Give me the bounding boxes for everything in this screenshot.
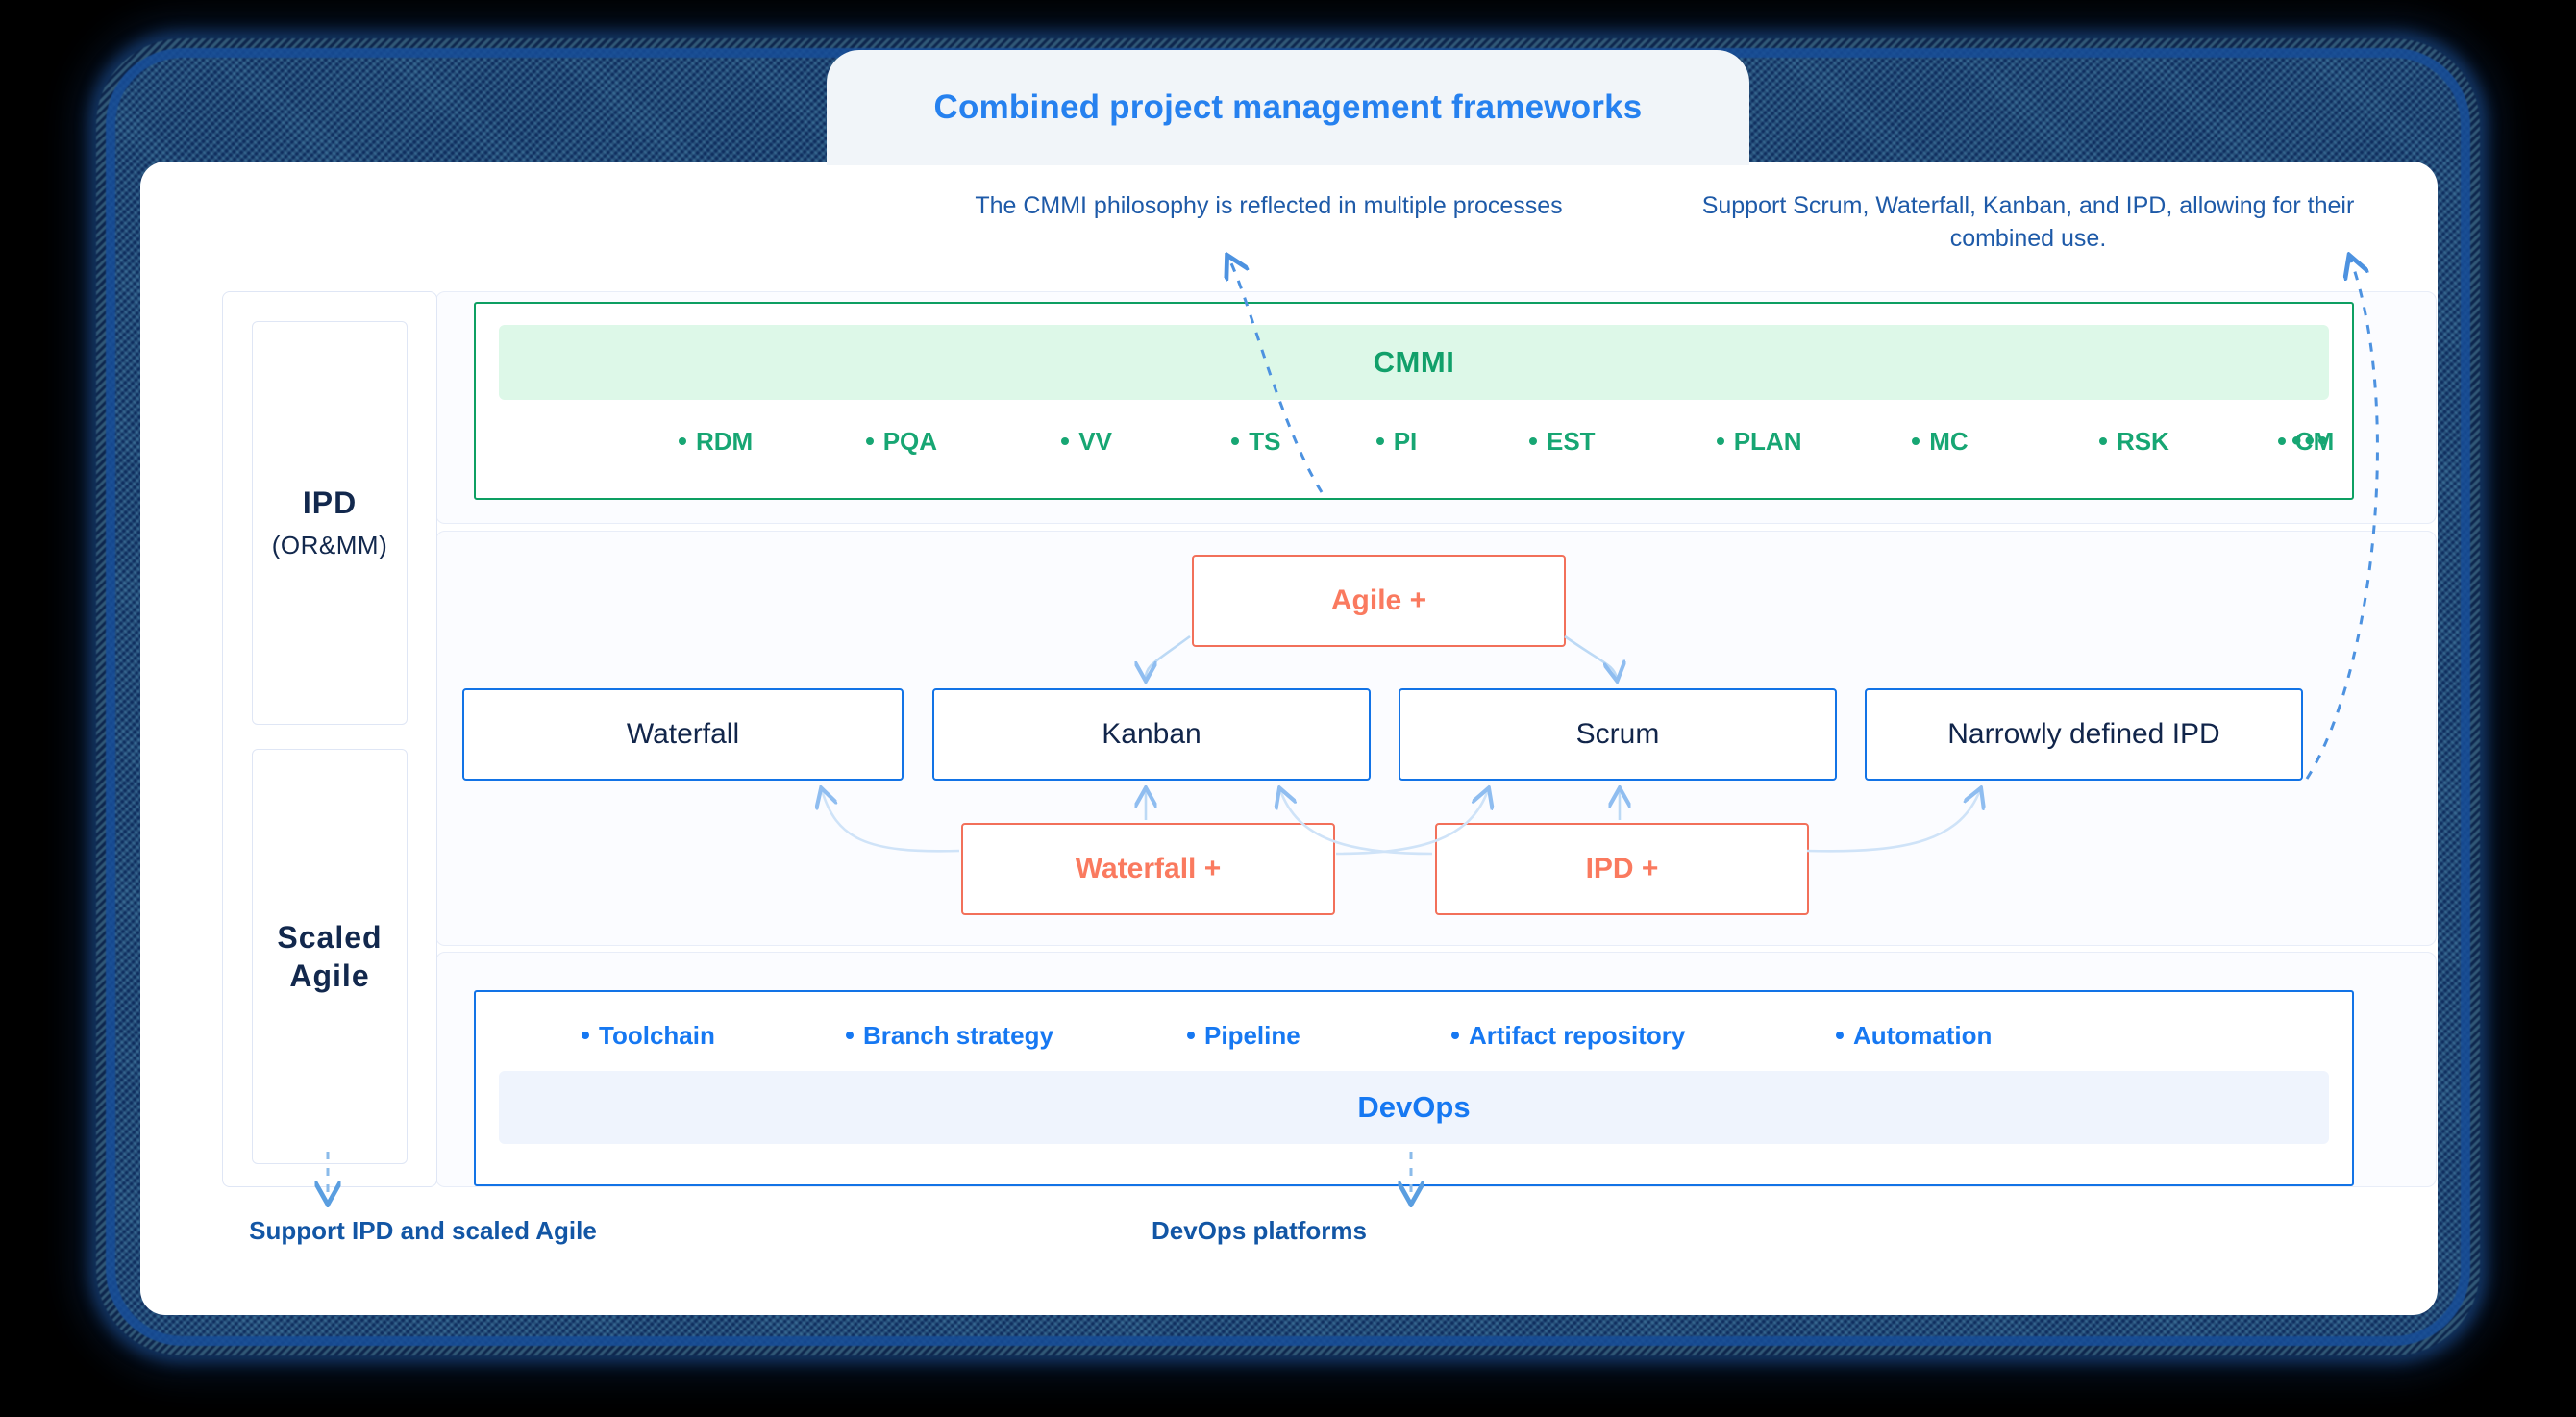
page-title: Combined project management frameworks [933,88,1643,126]
cmmi-item-label: RDM [696,426,754,456]
sidebar-item-scaled-agile-title: Scaled Agile [277,920,383,993]
bullet-icon [582,1032,589,1039]
plus-box-waterfall[interactable]: Waterfall + [961,823,1335,915]
cmmi-item[interactable]: MC [1912,426,1969,457]
sidebar-item-ipd-subtitle: (OR&MM) [271,531,388,559]
diagram-canvas: Combined project management frameworks T… [0,0,2576,1417]
framework-box-waterfall[interactable]: Waterfall [462,688,904,781]
cmmi-item-list: RDM PQA VV TS PI EST PLAN MC RSK CM ••• [508,417,2334,465]
devops-item[interactable]: Pipeline [1187,1021,1300,1051]
cmmi-item[interactable]: VV [1061,427,1112,457]
bullet-icon [2098,437,2107,445]
cmmi-item-label: PLAN [1733,426,1802,456]
sidebar-item-scaled-agile[interactable]: Scaled Agile [252,749,408,1164]
plus-box-ipd[interactable]: IPD + [1435,823,1809,915]
cmmi-label: CMMI [1373,345,1455,379]
framework-box-kanban[interactable]: Kanban [932,688,1371,781]
cmmi-item[interactable]: PLAN [1716,426,1802,457]
sidebar-item-ipd-title: IPD [302,485,358,520]
devops-item[interactable]: Branch strategy [846,1021,1053,1051]
cmmi-item[interactable]: TS [1231,427,1280,457]
bullet-icon [846,1032,854,1039]
cmmi-item-label: VV [1078,426,1112,456]
bullet-icon [1836,1032,1844,1039]
cmmi-item-label: TS [1249,426,1281,456]
bullet-icon [1716,437,1724,445]
framework-box-scrum[interactable]: Scrum [1399,688,1837,781]
cmmi-item-label: MC [1929,426,1969,456]
devops-item[interactable]: Automation [1836,1021,1992,1051]
framework-box-narrowly-defined-ipd-label: Narrowly defined IPD [1947,718,2220,750]
cmmi-item[interactable]: PI [1375,426,1418,457]
devops-block: Toolchain Branch strategy Pipeline Artifact… [474,990,2354,1186]
bullet-icon [1231,437,1240,445]
bullet-icon [1375,437,1384,445]
devops-item-list: Toolchain Branch strategy Pipeline Artifact… [514,1011,2314,1059]
cmmi-item-label: PI [1393,426,1418,456]
cmmi-item-label: PQA [882,426,938,456]
devops-band: DevOps [499,1071,2329,1144]
devops-item-label: Branch strategy [863,1020,1053,1050]
devops-item-label: Pipeline [1204,1020,1300,1050]
cmmi-item-label: EST [1547,426,1596,456]
cmmi-item-label: RSK [2116,426,2169,456]
plus-box-agile-label: Agile + [1330,584,1427,616]
cmmi-more-icon[interactable]: ••• [2291,425,2331,458]
cmmi-block: CMMI RDM PQA VV TS PI EST PLAN MC RSK CM ••• [474,302,2354,500]
framework-box-narrowly-defined-ipd[interactable]: Narrowly defined IPD [1865,688,2303,781]
devops-item[interactable]: Toolchain [582,1021,715,1051]
bullet-icon [1187,1032,1195,1039]
devops-item-label: Artifact repository [1469,1020,1686,1050]
plus-box-waterfall-label: Waterfall + [1075,853,1222,884]
devops-item-label: Toolchain [599,1020,715,1050]
framework-box-kanban-label: Kanban [1102,718,1201,750]
bullet-icon [1529,437,1537,445]
framework-box-scrum-label: Scrum [1575,718,1660,750]
plus-box-agile[interactable]: Agile + [1192,555,1566,647]
devops-item[interactable]: Artifact repository [1451,1021,1685,1051]
caption-devops-platforms: DevOps platforms [1152,1216,1367,1245]
cmmi-band: CMMI [499,325,2329,400]
bullet-icon [1061,437,1070,445]
bullet-icon [1912,437,1920,445]
bullet-icon [2277,437,2286,445]
devops-label: DevOps [1357,1090,1471,1124]
bullet-icon [865,437,874,445]
bullet-icon [679,437,686,445]
cmmi-item[interactable]: RDM [679,427,753,457]
sidebar-item-ipd[interactable]: IPD (OR&MM) [252,321,408,725]
caption-support-ipd: Support IPD and scaled Agile [249,1216,597,1245]
devops-item-label: Automation [1853,1020,1993,1050]
header-tab: Combined project management frameworks [827,50,1749,165]
annotation-support-note: Support Scrum, Waterfall, Kanban, and IP… [1701,192,2355,252]
framework-box-waterfall-label: Waterfall [626,718,740,750]
cmmi-item[interactable]: EST [1529,427,1596,457]
plus-box-ipd-label: IPD + [1585,853,1659,884]
bullet-icon [1451,1032,1459,1039]
cmmi-item[interactable]: RSK [2098,426,2169,457]
annotation-cmmi-note: The CMMI philosophy is reflected in mult… [975,192,1563,219]
cmmi-item[interactable]: PQA [865,426,938,457]
